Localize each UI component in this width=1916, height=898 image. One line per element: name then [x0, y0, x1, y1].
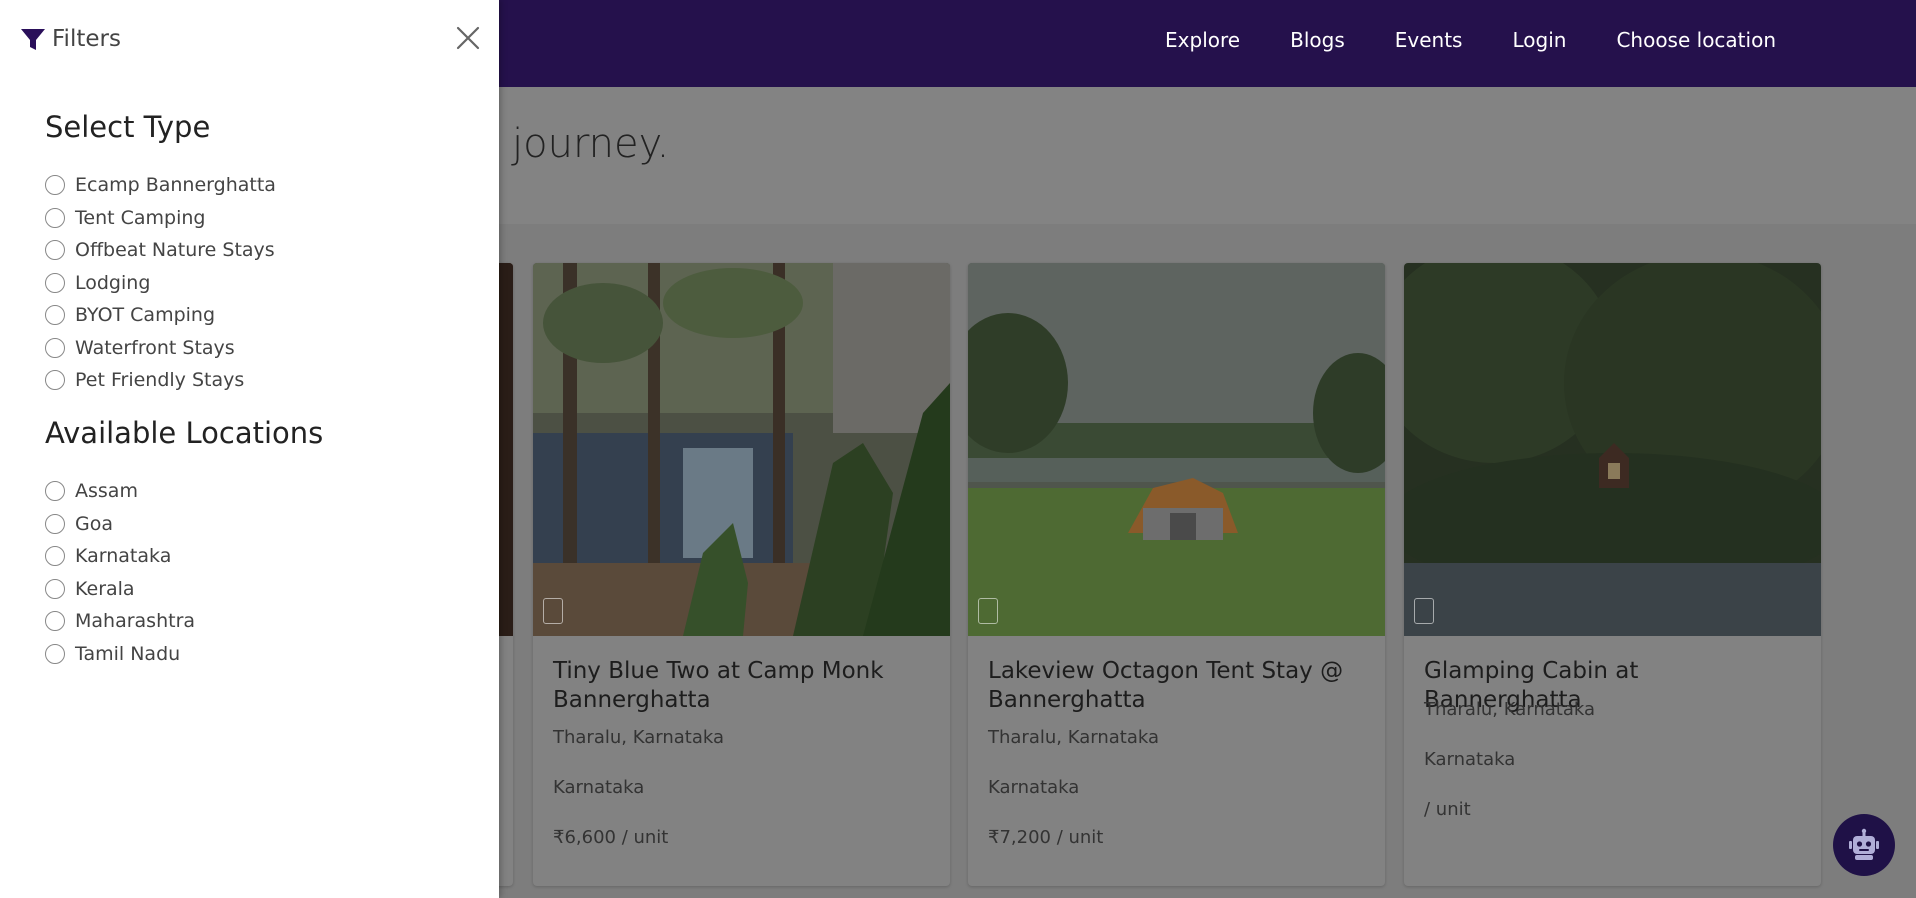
radio-button[interactable] — [45, 644, 65, 664]
listing-state: Karnataka — [1424, 749, 1516, 770]
listing-card[interactable]: Tiny Blue Two at Camp Monk Bannerghatta … — [533, 263, 950, 886]
radio-button[interactable] — [45, 208, 65, 228]
option-label: Karnataka — [75, 545, 172, 567]
radio-button[interactable] — [45, 175, 65, 195]
location-option-tamil-nadu[interactable]: Tamil Nadu — [45, 643, 180, 665]
listing-state: Karnataka — [988, 777, 1080, 798]
listing-price: ₹7,200 / unit — [988, 827, 1104, 848]
chatbot-button[interactable] — [1833, 814, 1895, 876]
listing-price: / unit — [1424, 799, 1471, 820]
nav-blogs-link[interactable]: Blogs — [1290, 28, 1345, 52]
type-option-waterfront-stays[interactable]: Waterfront Stays — [45, 337, 235, 359]
drawer-header: Filters — [20, 24, 121, 54]
option-label: BYOT Camping — [75, 304, 216, 326]
nav-login-link[interactable]: Login — [1512, 28, 1566, 52]
option-label: Goa — [75, 513, 113, 535]
radio-button[interactable] — [45, 370, 65, 390]
listing-photo — [968, 263, 1385, 636]
option-label: Tamil Nadu — [75, 643, 181, 665]
brand-watermark — [1414, 598, 1434, 624]
option-label: Assam — [75, 480, 138, 502]
close-icon[interactable] — [455, 25, 481, 51]
radio-button[interactable] — [45, 546, 65, 566]
drawer-title: Filters — [52, 26, 121, 52]
listing-location: Tharalu, Karnataka — [1424, 699, 1595, 720]
type-option-offbeat-nature-stays[interactable]: Offbeat Nature Stays — [45, 239, 275, 261]
option-label: Lodging — [75, 272, 151, 294]
radio-button[interactable] — [45, 240, 65, 260]
listing-photo-image — [968, 263, 1385, 636]
listing-photo — [533, 263, 950, 636]
robot-icon — [1849, 828, 1879, 860]
radio-button[interactable] — [45, 579, 65, 599]
radio-button[interactable] — [45, 514, 65, 534]
listing-location: Tharalu, Karnataka — [553, 727, 724, 748]
type-option-pet-friendly-stays[interactable]: Pet Friendly Stays — [45, 369, 244, 391]
listing-title[interactable]: Tiny Blue Two at Camp Monk Bannerghatta — [553, 657, 932, 715]
location-option-maharashtra[interactable]: Maharashtra — [45, 610, 195, 632]
radio-button[interactable] — [45, 305, 65, 325]
listing-state: Karnataka — [553, 777, 645, 798]
radio-button[interactable] — [45, 481, 65, 501]
funnel-icon — [21, 29, 45, 50]
option-label: Pet Friendly Stays — [75, 369, 245, 391]
radio-button[interactable] — [45, 273, 65, 293]
listing-photo-image — [1404, 263, 1821, 636]
location-option-assam[interactable]: Assam — [45, 480, 138, 502]
radio-button[interactable] — [45, 338, 65, 358]
option-label: Ecamp Bannerghatta — [75, 174, 276, 196]
type-option-byot-camping[interactable]: BYOT Camping — [45, 304, 215, 326]
available-locations-heading: Available Locations — [45, 416, 324, 450]
select-type-heading: Select Type — [45, 110, 211, 144]
hero-heading: journey. — [512, 121, 670, 167]
option-label: Waterfront Stays — [75, 337, 235, 359]
option-label: Kerala — [75, 578, 135, 600]
location-option-goa[interactable]: Goa — [45, 513, 113, 535]
listing-location: Tharalu, Karnataka — [988, 727, 1159, 748]
location-option-kerala[interactable]: Kerala — [45, 578, 135, 600]
filter-drawer: Filters Select Type Ecamp Bannerghatta T… — [0, 0, 499, 898]
option-label: Offbeat Nature Stays — [75, 239, 275, 261]
brand-watermark — [543, 598, 563, 624]
nav-links: Explore Blogs Events Login Choose locati… — [1165, 0, 1916, 80]
type-option-lodging[interactable]: Lodging — [45, 272, 150, 294]
listing-price: ₹6,600 / unit — [553, 827, 669, 848]
listing-title[interactable]: Lakeview Octagon Tent Stay @ Bannerghatt… — [988, 657, 1367, 715]
location-option-karnataka[interactable]: Karnataka — [45, 545, 171, 567]
type-option-tent-camping[interactable]: Tent Camping — [45, 207, 205, 229]
nav-explore-link[interactable]: Explore — [1165, 28, 1240, 52]
nav-events-link[interactable]: Events — [1395, 28, 1463, 52]
nav-choose-location-link[interactable]: Choose location — [1616, 28, 1776, 52]
option-label: Tent Camping — [75, 207, 206, 229]
listing-card[interactable]: Glamping Cabin at Bannerghatta Tharalu, … — [1404, 263, 1821, 886]
radio-button[interactable] — [45, 611, 65, 631]
type-option-ecamp-bannerghatta[interactable]: Ecamp Bannerghatta — [45, 174, 276, 196]
brand-watermark — [978, 598, 998, 624]
option-label: Maharashtra — [75, 610, 196, 632]
listing-card[interactable]: Lakeview Octagon Tent Stay @ Bannerghatt… — [968, 263, 1385, 886]
listing-photo-image — [533, 263, 950, 636]
listing-photo — [1404, 263, 1821, 636]
